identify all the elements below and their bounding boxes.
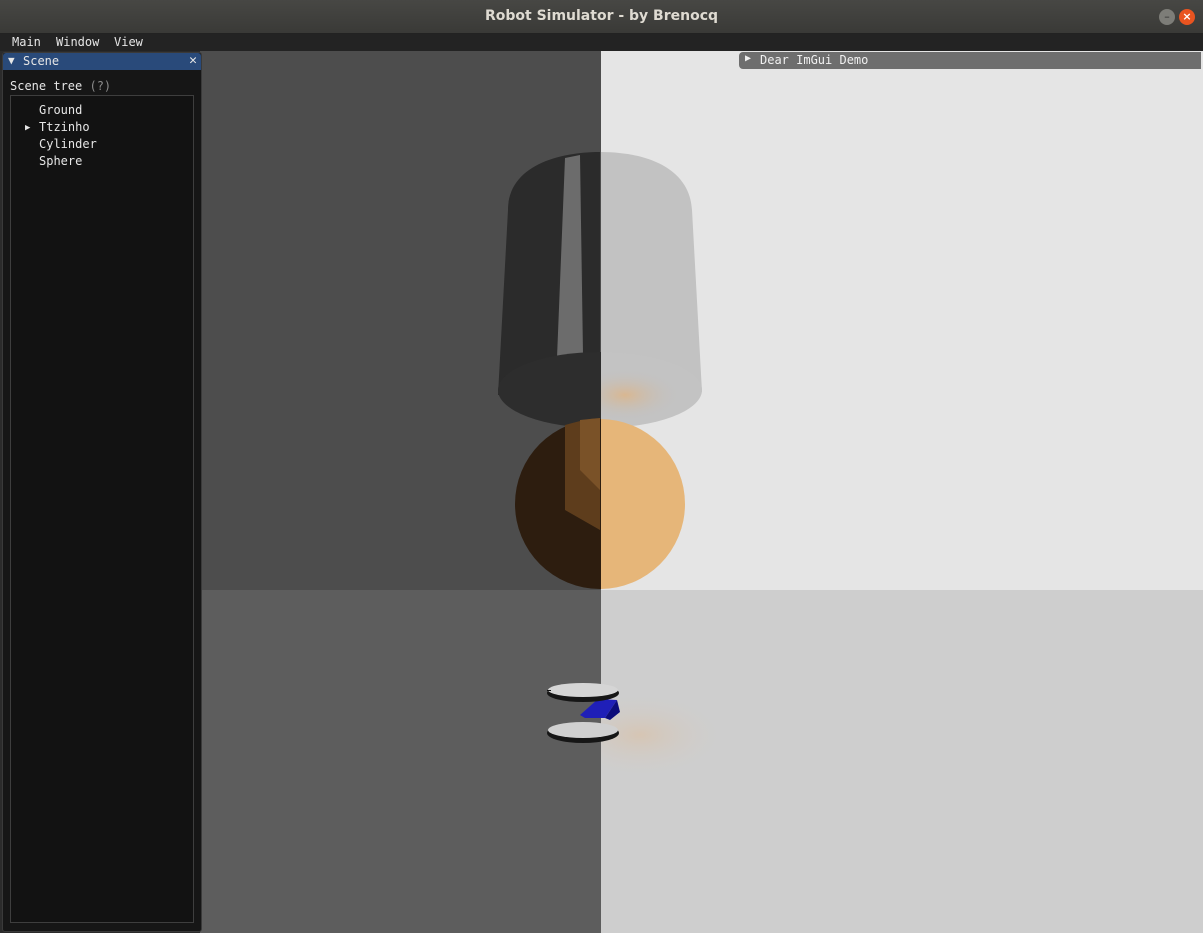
title-bar[interactable]: Robot Simulator - by Brenocq – ×: [0, 0, 1203, 34]
scene-tree-heading: Scene tree (?): [10, 79, 111, 93]
sphere-object: [515, 418, 685, 589]
scene-panel-title: Scene: [23, 54, 60, 68]
minimize-icon[interactable]: –: [1159, 9, 1175, 25]
tree-item-sphere[interactable]: Sphere: [39, 154, 82, 168]
imgui-demo-window[interactable]: ▶ Dear ImGui Demo: [739, 52, 1201, 69]
ground-dark: [200, 590, 601, 933]
triangle-right-icon[interactable]: ▶: [25, 123, 30, 133]
tree-item-ground[interactable]: Ground: [39, 103, 82, 117]
menu-view[interactable]: View: [114, 35, 143, 49]
close-x-icon[interactable]: ✕: [189, 53, 197, 68]
window-title: Robot Simulator - by Brenocq: [484, 8, 719, 24]
menu-bar: Main Window View: [0, 34, 1203, 51]
help-marker[interactable]: (?): [89, 79, 111, 93]
close-icon[interactable]: ×: [1179, 9, 1195, 25]
menu-main[interactable]: Main: [12, 35, 41, 49]
scene-tree-label: Scene tree: [10, 79, 83, 93]
tree-item-ttzinho[interactable]: Ttzinho: [39, 120, 90, 134]
tree-item-cylinder[interactable]: Cylinder: [39, 137, 97, 151]
scene-tree-list[interactable]: Ground ▶ Ttzinho Cylinder Sphere: [10, 95, 194, 923]
cylinder-object: [498, 152, 702, 428]
imgui-demo-title: Dear ImGui Demo: [760, 53, 869, 67]
scene-panel-header[interactable]: ▼ Scene ✕: [3, 53, 201, 70]
triangle-right-icon[interactable]: ▶: [745, 53, 751, 64]
scene-panel: ▼ Scene ✕ Scene tree (?) Ground ▶ Ttzinh…: [2, 52, 202, 932]
menu-window[interactable]: Window: [56, 35, 99, 49]
triangle-down-icon[interactable]: ▼: [8, 54, 15, 67]
